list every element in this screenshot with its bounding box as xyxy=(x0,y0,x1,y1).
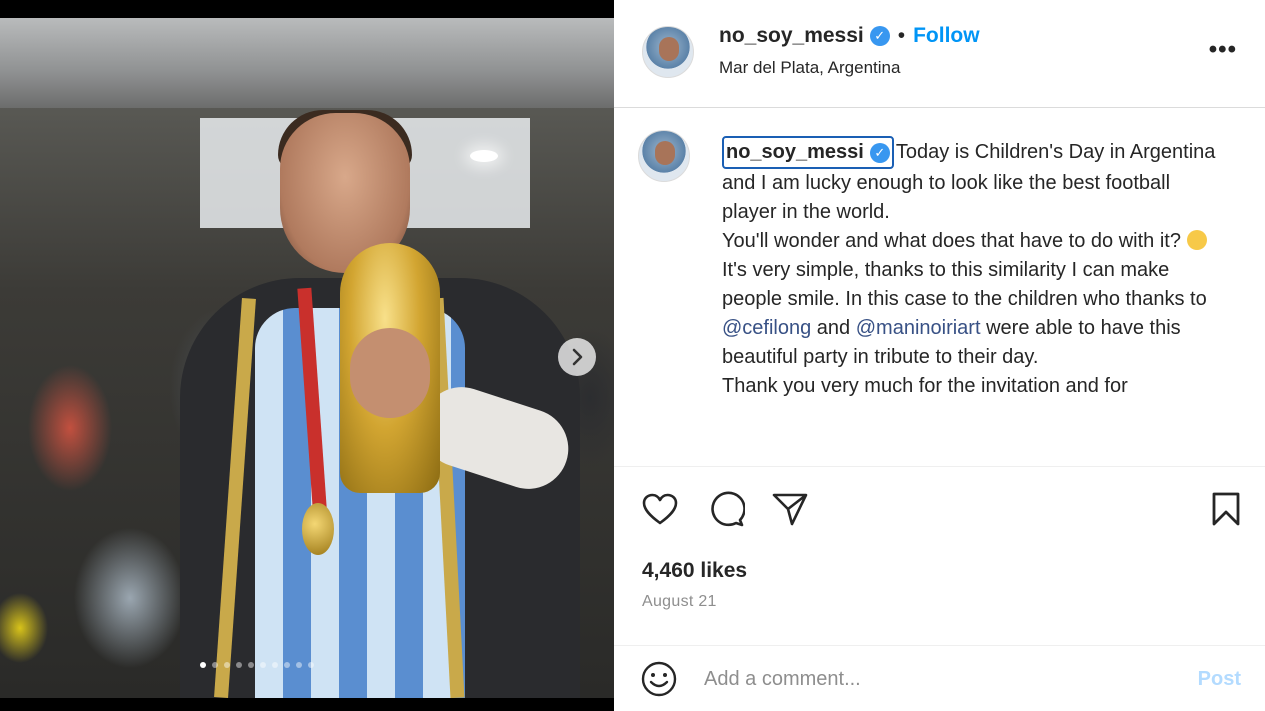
post-header: no_soy_messi ✓ • Follow Mar del Plata, A… xyxy=(614,0,1265,108)
avatar[interactable] xyxy=(642,26,694,78)
post-media xyxy=(0,0,614,711)
post-panel: no_soy_messi ✓ • Follow Mar del Plata, A… xyxy=(614,0,1265,711)
thinking-emoji-icon xyxy=(1186,230,1207,250)
carousel-dot xyxy=(236,662,242,668)
caption-avatar[interactable] xyxy=(638,130,690,182)
carousel-dot xyxy=(224,662,230,668)
likes-count[interactable]: 4,460 likes xyxy=(642,559,747,583)
comment-bar: Post xyxy=(614,645,1265,711)
share-icon xyxy=(772,493,808,526)
smiley-icon xyxy=(641,661,677,697)
bookmark-icon xyxy=(1212,492,1240,526)
carousel-dot xyxy=(272,662,278,668)
comment-button[interactable] xyxy=(704,487,748,531)
share-button[interactable] xyxy=(768,487,812,531)
comment-icon xyxy=(711,491,745,527)
like-button[interactable] xyxy=(638,487,682,531)
carousel-dot xyxy=(260,662,266,668)
caption-line-3a: It's very simple, thanks to this similar… xyxy=(722,259,1207,310)
caption-line-2: You'll wonder and what does that have to… xyxy=(722,230,1187,252)
post-date: August 21 xyxy=(642,593,717,610)
carousel-dot xyxy=(284,662,290,668)
emoji-picker-button[interactable] xyxy=(640,660,678,703)
carousel-dot xyxy=(200,662,206,668)
separator-dot: • xyxy=(897,24,906,47)
save-button[interactable] xyxy=(1204,487,1248,531)
mention-link[interactable]: @cefilong xyxy=(722,317,811,339)
follow-button[interactable]: Follow xyxy=(913,24,980,48)
verified-icon: ✓ xyxy=(869,142,890,163)
post-comment-button[interactable]: Post xyxy=(1198,668,1241,691)
verified-icon: ✓ xyxy=(869,26,890,46)
header-username[interactable]: no_soy_messi xyxy=(719,24,864,48)
post-location[interactable]: Mar del Plata, Argentina xyxy=(719,58,900,78)
carousel-dot xyxy=(308,662,314,668)
carousel-dot xyxy=(248,662,254,668)
caption-username[interactable]: no_soy_messi ✓ xyxy=(722,136,894,169)
heart-icon xyxy=(642,493,678,525)
mention-link[interactable]: @maninoiriart xyxy=(856,317,981,339)
caption-section: no_soy_messi ✓ Today is Children's Day i… xyxy=(614,108,1265,466)
carousel-dot xyxy=(296,662,302,668)
carousel-dots xyxy=(200,662,314,668)
more-options-button[interactable]: ••• xyxy=(1209,36,1237,64)
caption-text: no_soy_messi ✓ Today is Children's Day i… xyxy=(722,136,1222,401)
next-slide-button[interactable] xyxy=(558,338,596,376)
chevron-right-icon xyxy=(572,348,583,366)
post-photo xyxy=(0,18,614,698)
caption-line-4: Thank you very much for the invitation a… xyxy=(722,375,1128,397)
comment-input[interactable] xyxy=(704,664,1164,694)
carousel-dot xyxy=(212,662,218,668)
actions-bar: 4,460 likes August 21 xyxy=(614,466,1265,666)
